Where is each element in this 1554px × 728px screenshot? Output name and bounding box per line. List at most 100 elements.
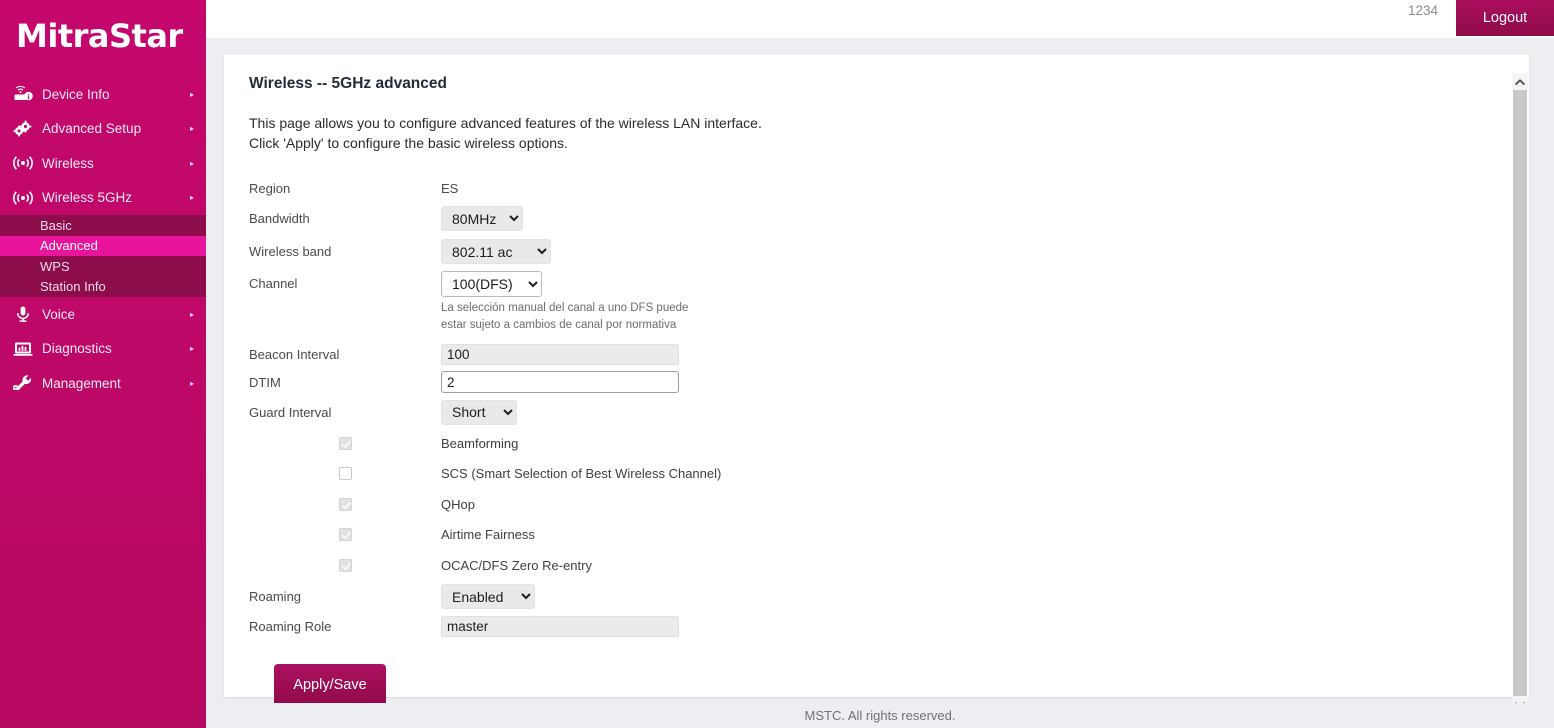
page-description-line1: This page allows you to configure advanc…	[249, 115, 762, 131]
airtime-fairness-row: Airtime Fairness	[249, 520, 1529, 551]
region-value: ES	[441, 181, 459, 196]
qhop-checkbox[interactable]	[339, 497, 352, 511]
sidebar-item-label: Voice	[42, 306, 76, 322]
chevron-right-icon: ▸	[189, 193, 194, 203]
wireless-band-select[interactable]: 802.11 ac	[441, 239, 551, 264]
chevron-right-icon: ▸	[189, 158, 194, 168]
qhop-row: QHop	[249, 489, 1529, 520]
page-description-line2: Click 'Apply' to configure the basic wir…	[249, 135, 568, 151]
page-title: Wireless -- 5GHz advanced	[249, 75, 447, 92]
chevron-right-icon: ▸	[189, 309, 194, 319]
airtime-fairness-label: Airtime Fairness	[441, 527, 535, 543]
region-label: Region	[249, 181, 291, 196]
roaming-role-row: Roaming Role	[249, 612, 1529, 642]
channel-row: Channel 100(DFS)	[249, 268, 1529, 299]
sidebar-subitem-label: WPS	[40, 258, 70, 274]
bandwidth-row: Bandwidth 80MHz	[249, 202, 1529, 235]
channel-label: Channel	[249, 276, 298, 291]
ocac-dfs-row: OCAC/DFS Zero Re-entry	[249, 550, 1529, 581]
router-admin-page: MitraStar Device Info ▸ Advanced Setup ▸…	[0, 0, 1554, 728]
dtim-input[interactable]	[441, 371, 679, 393]
scroll-up-button[interactable]	[1512, 73, 1528, 90]
footer-text: MSTC. All rights reserved.	[804, 708, 956, 723]
scs-checkbox[interactable]	[339, 467, 352, 481]
bandwidth-label: Bandwidth	[249, 211, 310, 226]
sidebar-subitem-advanced[interactable]: Advanced	[0, 235, 206, 256]
sidebar-item-label: Advanced Setup	[42, 121, 142, 137]
dtim-label: DTIM	[249, 374, 281, 390]
qhop-label: QHop	[441, 496, 475, 512]
sidebar-item-voice[interactable]: Voice ▸	[0, 297, 206, 332]
beamforming-checkbox[interactable]	[339, 436, 352, 450]
scs-label: SCS (Smart Selection of Best Wireless Ch…	[441, 466, 722, 482]
wireless-advanced-form: Region ES Bandwidth 80MHz Wireless band	[249, 175, 1529, 707]
sidebar-subitem-station-info[interactable]: Station Info	[0, 277, 206, 298]
beamforming-row: Beamforming	[249, 428, 1529, 459]
roaming-select[interactable]: Enabled	[441, 584, 535, 609]
vertical-scrollbar[interactable]	[1512, 73, 1528, 713]
bandwidth-select[interactable]: 80MHz	[441, 206, 523, 231]
roaming-row: Roaming Enabled	[249, 582, 1529, 612]
chevron-right-icon: ▸	[189, 378, 194, 388]
chart-laptop-icon	[10, 338, 36, 360]
roaming-role-label: Roaming Role	[249, 619, 332, 634]
wrench-icon	[10, 372, 36, 394]
ocac-dfs-label: OCAC/DFS Zero Re-entry	[441, 557, 592, 573]
microphone-icon	[10, 303, 36, 325]
sidebar-subitem-basic[interactable]: Basic	[0, 215, 206, 236]
content-card: Wireless -- 5GHz advanced This page allo…	[224, 55, 1529, 713]
sidebar-item-label: Device Info	[42, 86, 110, 102]
guard-interval-select[interactable]: Short	[441, 399, 517, 425]
sidebar-item-diagnostics[interactable]: Diagnostics ▸	[0, 332, 206, 367]
scrollbar-track[interactable]	[1512, 90, 1528, 696]
chevron-right-icon: ▸	[189, 344, 194, 354]
sidebar-item-management[interactable]: Management ▸	[0, 366, 206, 401]
channel-hint-line1: La selección manual del canal a uno DFS …	[441, 302, 689, 314]
guard-interval-label: Guard Interval	[249, 404, 332, 420]
beacon-interval-input[interactable]	[441, 344, 679, 365]
content-area: Wireless -- 5GHz advanced This page allo…	[206, 38, 1554, 713]
brand-name: MitraStar	[16, 17, 183, 55]
logout-button[interactable]: Logout	[1456, 0, 1554, 36]
dtim-row: DTIM	[249, 368, 1529, 396]
sidebar-subitem-wps[interactable]: WPS	[0, 256, 206, 277]
channel-select[interactable]: 100(DFS)	[441, 270, 542, 297]
ocac-dfs-checkbox[interactable]	[339, 558, 352, 572]
topbar: 1234 Logout	[206, 0, 1554, 38]
sidebar-item-wireless[interactable]: Wireless ▸	[0, 146, 206, 181]
sidebar-item-wireless-5ghz[interactable]: Wireless 5GHz ▸	[0, 181, 206, 216]
airtime-fairness-checkbox[interactable]	[339, 528, 352, 542]
session-id: 1234	[1407, 3, 1438, 18]
footer: MSTC. All rights reserved.	[206, 703, 1554, 728]
sidebar-subitem-label: Basic	[40, 217, 72, 233]
beacon-interval-label: Beacon Interval	[249, 347, 340, 362]
roaming-label: Roaming	[249, 589, 302, 604]
scs-row: SCS (Smart Selection of Best Wireless Ch…	[249, 459, 1529, 490]
region-row: Region ES	[249, 175, 1529, 202]
page-description: This page allows you to configure advanc…	[249, 113, 1529, 153]
chevron-up-icon	[1515, 78, 1525, 85]
chevron-right-icon: ▸	[189, 89, 194, 99]
sidebar-item-device-info[interactable]: Device Info ▸	[0, 77, 206, 112]
sidebar-item-label: Wireless	[42, 155, 94, 171]
chevron-right-icon: ▸	[189, 124, 194, 134]
apply-button-wrap: Apply/Save	[249, 663, 1529, 707]
sidebar-nav: Device Info ▸ Advanced Setup ▸ Wireless …	[0, 72, 206, 401]
wireless-band-row: Wireless band 802.11 ac	[249, 235, 1529, 268]
beacon-interval-row: Beacon Interval	[249, 341, 1529, 368]
channel-hint: La selección manual del canal a uno DFS …	[249, 301, 1529, 333]
apply-save-button[interactable]: Apply/Save	[274, 663, 386, 707]
brand-logo: MitraStar	[0, 0, 206, 72]
scrollbar-thumb[interactable]	[1513, 90, 1527, 696]
wireless-band-label: Wireless band	[249, 244, 332, 259]
roaming-role-input[interactable]	[441, 616, 679, 637]
gears-icon	[10, 118, 36, 140]
sidebar-item-advanced-setup[interactable]: Advanced Setup ▸	[0, 112, 206, 147]
router-info-icon	[10, 83, 36, 105]
guard-interval-row: Guard Interval Short	[249, 396, 1529, 428]
wifi-icon	[10, 152, 36, 174]
sidebar-submenu-wireless-5ghz: Basic Advanced WPS Station Info	[0, 215, 206, 297]
beamforming-label: Beamforming	[441, 435, 519, 451]
wifi-icon	[10, 187, 36, 209]
sidebar: MitraStar Device Info ▸ Advanced Setup ▸…	[0, 0, 206, 728]
